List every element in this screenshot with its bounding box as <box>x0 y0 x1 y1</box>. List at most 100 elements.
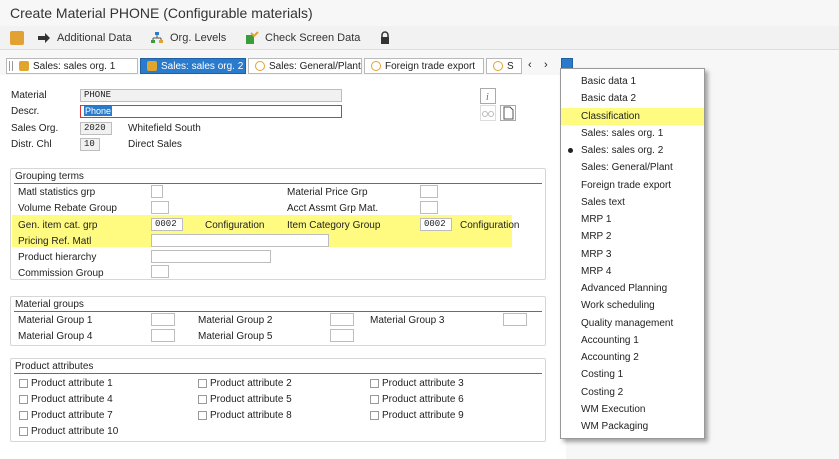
pricing-ref-matl-input[interactable] <box>151 234 329 247</box>
gen-item-cat-grp-input[interactable]: 0002 <box>151 218 183 231</box>
tab-sales-org-1[interactable]: Sales: sales org. 1 <box>6 58 138 74</box>
tab-check-icon <box>19 61 29 71</box>
material-group-1-input[interactable] <box>151 313 175 326</box>
product-attribute-6-checkbox[interactable] <box>370 395 379 404</box>
product-attribute-7-checkbox[interactable] <box>19 411 28 420</box>
material-price-grp-input[interactable] <box>420 185 438 198</box>
product-attribute-4-label: Product attribute 4 <box>31 394 113 405</box>
product-hierarchy-label: Product hierarchy <box>18 252 97 263</box>
material-group-5-label: Material Group 5 <box>198 331 273 342</box>
menu-item-classification[interactable]: Classification <box>561 108 704 125</box>
lock-button[interactable] <box>378 29 398 47</box>
svg-text:i: i <box>486 92 489 103</box>
menu-item-mrp-4[interactable]: MRP 4 <box>561 263 704 280</box>
menu-item-mrp-3[interactable]: MRP 3 <box>561 246 704 263</box>
menu-item-basic-data-1[interactable]: Basic data 1 <box>561 73 704 90</box>
group-divider <box>14 311 542 312</box>
arrow-right-icon <box>37 31 51 45</box>
material-group-4-input[interactable] <box>151 329 175 342</box>
save-button[interactable] <box>10 29 30 47</box>
gen-item-cat-grp-text: Configuration <box>205 220 265 231</box>
org-levels-label: Org. Levels <box>170 32 227 44</box>
acct-assmt-grp-mat-input[interactable] <box>420 201 438 214</box>
save-icon <box>10 31 24 45</box>
item-category-group-text: Configuration <box>460 220 520 231</box>
org-levels-button[interactable]: Org. Levels <box>150 29 226 47</box>
group-divider <box>14 373 542 374</box>
matl-statistics-grp-input[interactable] <box>151 185 163 198</box>
tab-sales-text[interactable]: S <box>486 58 522 74</box>
menu-item-accounting-1[interactable]: Accounting 1 <box>561 332 704 349</box>
description-value: Phone <box>84 106 113 116</box>
grouping-terms-title: Grouping terms <box>15 171 84 182</box>
product-attributes-title: Product attributes <box>15 361 94 372</box>
menu-item-wm-execution[interactable]: WM Execution <box>561 401 704 418</box>
descr-label: Descr. <box>11 106 40 117</box>
tab-check-icon <box>147 61 157 71</box>
menu-item-wm-packaging[interactable]: WM Packaging <box>561 418 704 435</box>
check-screen-data-icon <box>245 31 259 45</box>
toolbar: Additional Data Org. Levels Check Screen… <box>0 26 839 50</box>
tab-foreign-trade-export[interactable]: Foreign trade export <box>364 58 484 74</box>
commission-group-label: Commission Group <box>18 268 104 279</box>
item-category-group-input[interactable]: 0002 <box>420 218 452 231</box>
menu-item-sales-org-2[interactable]: Sales: sales org. 2 <box>561 142 704 159</box>
group-divider <box>14 183 542 184</box>
menu-item-advanced-planning[interactable]: Advanced Planning <box>561 280 704 297</box>
product-attribute-3-checkbox[interactable] <box>370 379 379 388</box>
tab-status-icon <box>371 61 381 71</box>
product-attribute-1-checkbox[interactable] <box>19 379 28 388</box>
material-group-5-input[interactable] <box>330 329 354 342</box>
lock-icon <box>378 31 392 45</box>
material-group-3-input[interactable] <box>503 313 527 326</box>
menu-item-costing-2[interactable]: Costing 2 <box>561 384 704 401</box>
menu-item-sales-general-plant[interactable]: Sales: General/Plant <box>561 159 704 176</box>
menu-item-basic-data-2[interactable]: Basic data 2 <box>561 90 704 107</box>
product-attribute-6-label: Product attribute 6 <box>382 394 464 405</box>
tab-prev-icon[interactable]: ‹ <box>528 59 532 71</box>
volume-rebate-group-input[interactable] <box>151 201 169 214</box>
product-attribute-9-label: Product attribute 9 <box>382 410 464 421</box>
material-field: PHONE <box>80 89 342 102</box>
description-input[interactable]: Phone <box>80 105 342 118</box>
menu-item-mrp-1[interactable]: MRP 1 <box>561 211 704 228</box>
sales-org-text: Whitefield South <box>128 123 201 134</box>
product-attribute-8-checkbox[interactable] <box>198 411 207 420</box>
menu-item-accounting-2[interactable]: Accounting 2 <box>561 349 704 366</box>
tab-sales-general-plant[interactable]: Sales: General/Plant <box>248 58 362 74</box>
tab-status-icon <box>255 61 265 71</box>
document-icon[interactable] <box>500 105 516 121</box>
product-hierarchy-input[interactable] <box>151 250 271 263</box>
product-attribute-5-label: Product attribute 5 <box>210 394 292 405</box>
distr-chl-label: Distr. Chl <box>11 139 52 150</box>
sales-org-field: 2020 <box>80 122 112 135</box>
info-icon[interactable]: i <box>480 88 496 104</box>
check-screen-data-button[interactable]: Check Screen Data <box>245 29 360 47</box>
gen-item-cat-grp-label: Gen. item cat. grp <box>18 220 98 231</box>
tab-list-menu: Basic data 1 Basic data 2 Classification… <box>560 68 705 439</box>
product-attribute-4-checkbox[interactable] <box>19 395 28 404</box>
additional-data-button[interactable]: Additional Data <box>37 29 132 47</box>
menu-item-costing-1[interactable]: Costing 1 <box>561 366 704 383</box>
menu-item-quality-management[interactable]: Quality management <box>561 315 704 332</box>
commission-group-input[interactable] <box>151 265 169 278</box>
material-price-grp-label: Material Price Grp <box>287 187 368 198</box>
tab-sales-org-2[interactable]: Sales: sales org. 2 <box>140 58 246 74</box>
product-attribute-10-checkbox[interactable] <box>19 427 28 436</box>
menu-item-sales-text[interactable]: Sales text <box>561 194 704 211</box>
material-group-2-input[interactable] <box>330 313 354 326</box>
current-selection-icon <box>568 148 573 153</box>
additional-data-label: Additional Data <box>57 32 132 44</box>
menu-item-mrp-2[interactable]: MRP 2 <box>561 228 704 245</box>
product-attribute-1-label: Product attribute 1 <box>31 378 113 389</box>
product-attribute-2-checkbox[interactable] <box>198 379 207 388</box>
product-attribute-9-checkbox[interactable] <box>370 411 379 420</box>
menu-item-foreign-trade-export[interactable]: Foreign trade export <box>561 177 704 194</box>
material-group-3-label: Material Group 3 <box>370 315 445 326</box>
tab-next-icon[interactable]: › <box>544 59 548 71</box>
product-attribute-5-checkbox[interactable] <box>198 395 207 404</box>
check-screen-data-label: Check Screen Data <box>265 32 361 44</box>
menu-item-work-scheduling[interactable]: Work scheduling <box>561 297 704 314</box>
acct-assmt-grp-mat-label: Acct Assmt Grp Mat. <box>287 203 379 214</box>
menu-item-sales-org-1[interactable]: Sales: sales org. 1 <box>561 125 704 142</box>
